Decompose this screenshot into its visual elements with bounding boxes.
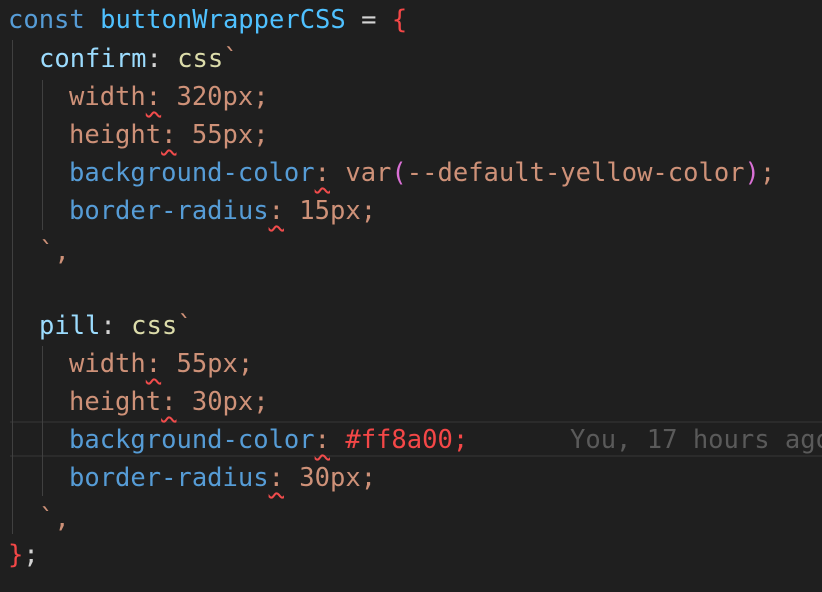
colon: : [146, 44, 178, 74]
code-line-5: background-color: var(--default-yellow-c… [69, 154, 775, 192]
code-line-4: height: 55px; [69, 116, 269, 154]
css-value: 30px; [283, 463, 377, 493]
template-open: ` [177, 311, 193, 341]
error-squiggle: : [161, 387, 177, 417]
css-tag: css [131, 311, 178, 341]
code-line-13: border-radius: 30px; [69, 459, 376, 497]
semicolon: ; [23, 540, 39, 570]
css-prop-width: width [69, 82, 146, 112]
template-close: `, [39, 504, 70, 534]
code-line-1: const buttonWrapperCSS = { [8, 1, 407, 39]
code-line-7: `, [39, 233, 70, 271]
error-squiggle: : [268, 463, 284, 493]
error-squiggle: : [314, 158, 330, 188]
colon: : [100, 311, 132, 341]
css-prop-border-radius: border-radius [69, 196, 269, 226]
close-brace: } [8, 540, 24, 570]
error-squiggle: : [145, 349, 162, 379]
css-var-fn: var [330, 158, 392, 188]
css-value: 320px; [161, 82, 269, 112]
css-prop-height: height [69, 387, 162, 417]
css-tag: css [177, 44, 224, 74]
blame-text: You, 17 hours ago [570, 425, 822, 455]
template-close: `, [39, 237, 70, 267]
semicolon: ; [452, 425, 469, 455]
css-value: 55px; [161, 349, 254, 379]
code-line-10: width: 55px; [69, 345, 253, 383]
code-line-14: `, [39, 500, 70, 538]
code-line-2: confirm: css` [39, 40, 239, 78]
code-line-3: width: 320px; [69, 78, 269, 116]
css-prop-border-radius: border-radius [69, 463, 269, 493]
css-value: 30px; [176, 387, 269, 417]
open-brace: { [391, 5, 408, 35]
error-squiggle: : [268, 196, 284, 226]
error-squiggle: : [145, 82, 162, 112]
git-blame-annotation: You, 17 hours ago [570, 421, 822, 459]
const-keyword: const [8, 5, 85, 35]
code-line-9: pill: css` [39, 307, 193, 345]
indent-guide-pill [42, 346, 43, 496]
error-squiggle: : [161, 120, 177, 150]
css-value: 15px; [283, 196, 377, 226]
code-line-11: height: 30px; [69, 383, 269, 421]
paren-close: ) [744, 158, 760, 188]
variable-name: buttonWrapperCSS [100, 5, 346, 35]
equals-operator: = [345, 5, 392, 35]
code-line-6: border-radius: 15px; [69, 192, 376, 230]
pill-key: pill [39, 311, 101, 341]
error-squiggle: : [314, 425, 330, 455]
code-line-15: }; [8, 536, 39, 574]
paren-open: ( [391, 158, 407, 188]
css-prop-height: height [69, 120, 162, 150]
template-open: ` [223, 44, 239, 74]
css-value: 55px; [176, 120, 269, 150]
code-editor[interactable]: const buttonWrapperCSS = { confirm: css`… [0, 0, 822, 592]
css-prop-width: width [69, 349, 146, 379]
semicolon: ; [759, 158, 776, 188]
indent-guide-outer [12, 40, 13, 534]
indent-guide-confirm [42, 80, 43, 230]
confirm-key: confirm [39, 44, 147, 74]
css-prop-background-color: background-color [69, 425, 315, 455]
code-line-12: background-color: #ff8a00; [69, 421, 468, 459]
hex-color-value: #ff8a00 [330, 425, 453, 455]
css-prop-background-color: background-color [69, 158, 315, 188]
css-var-name: --default-yellow-color [406, 158, 745, 188]
